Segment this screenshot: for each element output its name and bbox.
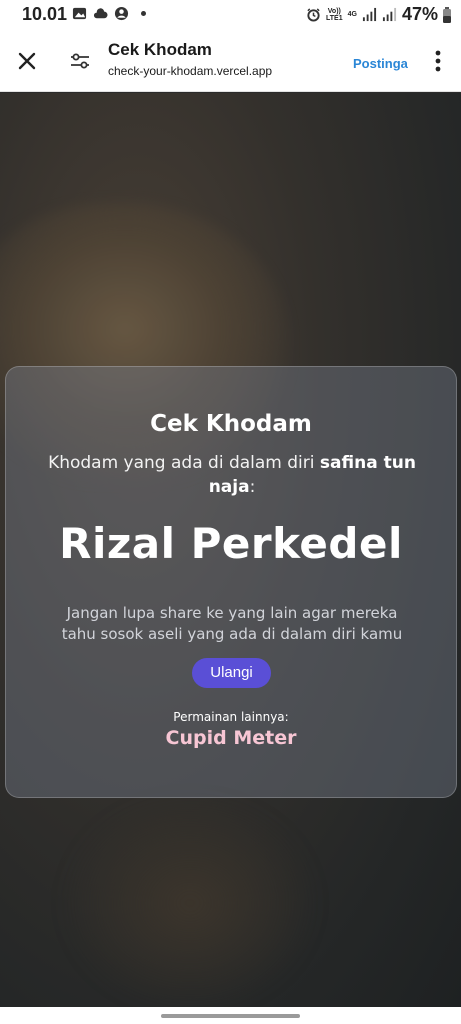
khodam-result: Rizal Perkedel [59, 519, 403, 568]
signal-icon [362, 7, 377, 22]
background-image-lower [60, 793, 320, 1007]
signal-icon [382, 7, 397, 22]
status-time: 10.01 [22, 4, 68, 24]
cloud-icon [93, 8, 108, 19]
4g-icon: 4G [347, 11, 357, 18]
site-settings-icon[interactable] [68, 49, 92, 73]
nav-bar [0, 1007, 461, 1024]
more-games-label: Permainan lainnya: [173, 710, 289, 724]
share-reminder: Jangan lupa share ke yang lain agar mere… [61, 604, 403, 643]
more-vert-icon[interactable] [435, 50, 441, 72]
dot-icon [141, 11, 146, 16]
page-title: Cek Khodam [108, 40, 212, 59]
description-suffix: : [249, 477, 256, 497]
card-title: Cek Khodam [150, 411, 312, 437]
retry-button[interactable]: Ulangi [192, 658, 271, 688]
card-description: Khodam yang ada di dalam diri safina tun… [46, 451, 418, 499]
alarm-icon [307, 8, 320, 22]
battery-percent: 47% [401, 4, 438, 24]
khodam-card: Cek Khodam Khodam yang ada di dalam diri… [5, 366, 457, 798]
image-icon [72, 7, 87, 20]
page-url: check-your-khodam.vercel.app [108, 64, 273, 78]
account-circle-icon [114, 6, 129, 21]
cupid-meter-link[interactable]: Cupid Meter [6, 727, 456, 749]
description-prefix: Khodam yang ada di dalam diri [48, 453, 320, 473]
volte-icon: Vo)) LTE1 [326, 7, 343, 22]
browser-toolbar: Cek Khodam check-your-khodam.vercel.app … [0, 30, 461, 92]
battery-icon [443, 6, 451, 23]
status-bar: 10.01 Vo)) LTE1 4G 47% [0, 0, 461, 30]
status-icons-right: Vo)) LTE1 4G 47% [306, 4, 451, 25]
status-icons-left [72, 6, 146, 21]
web-content: Cek Khodam Khodam yang ada di dalam diri… [0, 93, 461, 1007]
close-icon[interactable] [14, 48, 40, 74]
post-button[interactable]: Postingan [353, 56, 408, 71]
page-info: Cek Khodam check-your-khodam.vercel.app [108, 40, 272, 78]
gesture-handle[interactable] [161, 1014, 300, 1018]
